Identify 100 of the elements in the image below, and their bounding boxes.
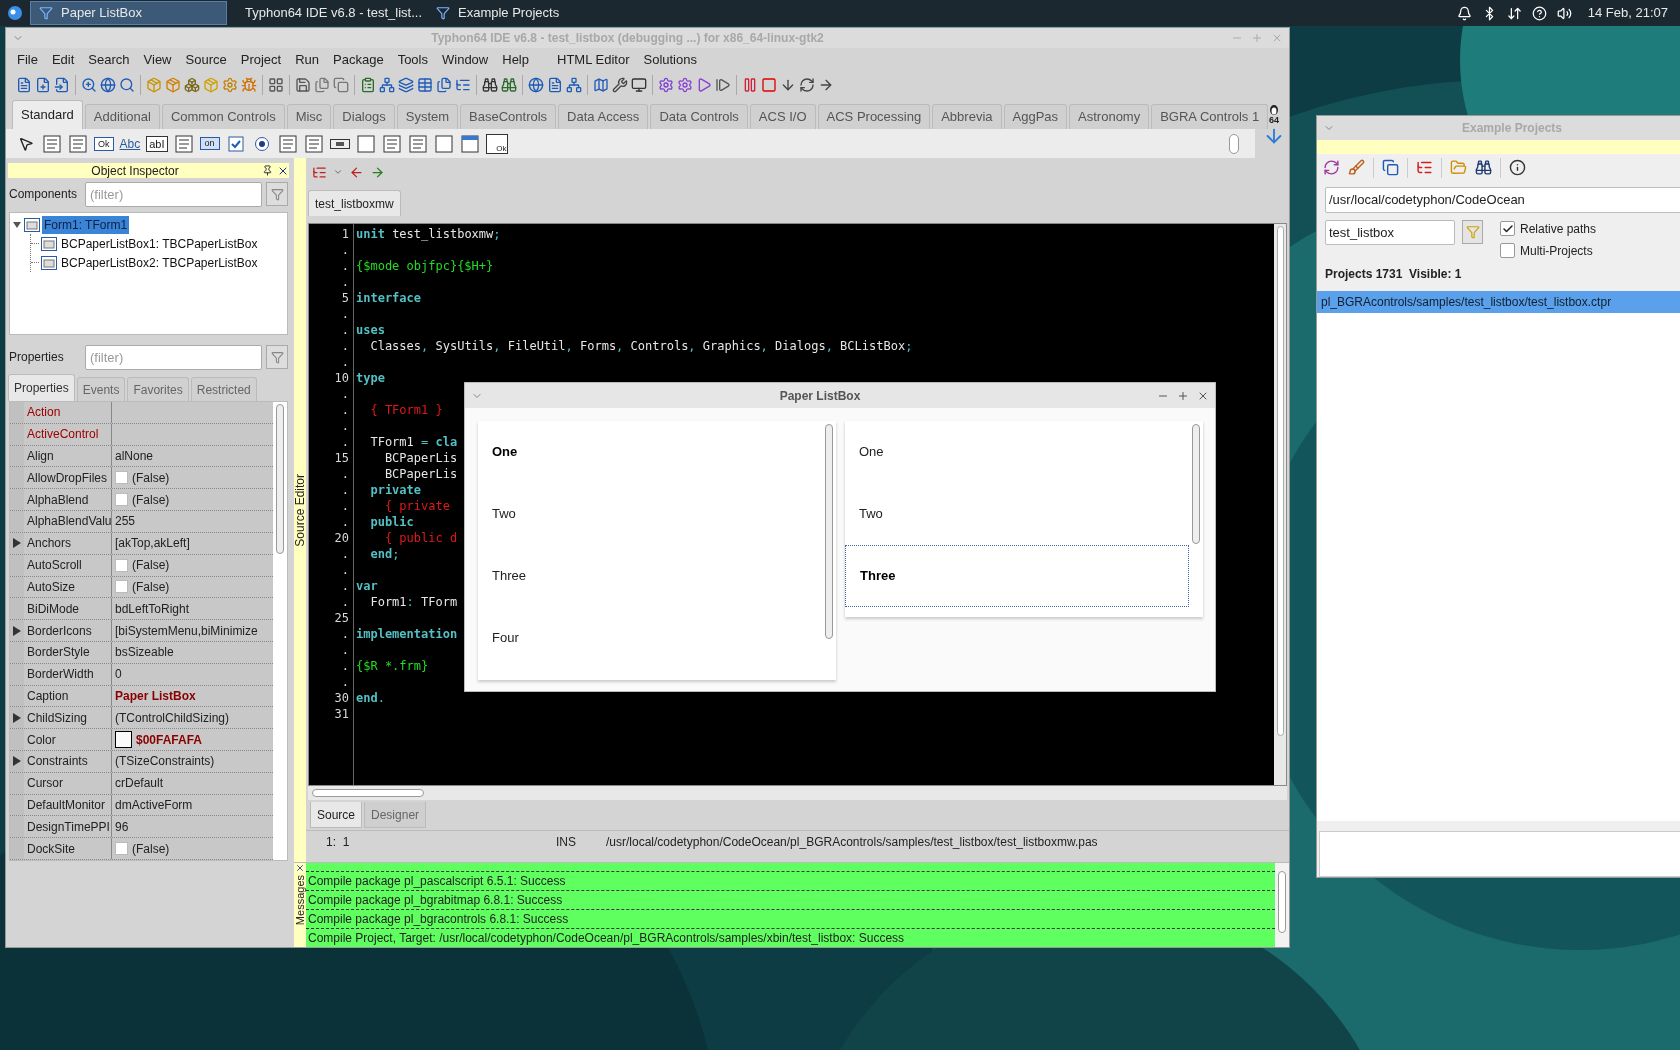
inspector-tab[interactable]: Events	[76, 377, 126, 401]
document-icon[interactable]	[303, 133, 324, 154]
expanded-arrow-icon[interactable]	[12, 219, 22, 230]
checklist-icon[interactable]	[407, 133, 428, 154]
property-value[interactable]: bsSizeable	[115, 643, 174, 662]
inspector-tab[interactable]: Properties	[8, 374, 75, 401]
palette-tab[interactable]: System	[396, 104, 459, 129]
tree-icon[interactable]	[455, 77, 471, 93]
expand-arrow-icon[interactable]	[13, 538, 21, 549]
property-value[interactable]: 0	[115, 665, 122, 684]
file-input-icon[interactable]	[54, 77, 70, 93]
path-field[interactable]: /usr/local/codetyphon/CodeOcean	[1325, 186, 1680, 213]
menu-item[interactable]: View	[136, 49, 179, 70]
property-value[interactable]: (TSizeConstraints)	[115, 752, 215, 771]
clear-filter-button[interactable]	[266, 182, 288, 206]
property-value[interactable]: (False)	[132, 556, 170, 575]
palette-tab[interactable]: Data Controls	[650, 104, 748, 129]
palette-tab[interactable]: Abbrevia	[932, 104, 1002, 129]
globe-icon[interactable]	[100, 77, 116, 93]
list-icon[interactable]	[277, 133, 298, 154]
button-component-icon[interactable]: Ok	[94, 136, 114, 151]
scrollbar-thumb[interactable]	[1229, 133, 1239, 154]
menu-item[interactable]: Help	[495, 49, 536, 70]
palette-tab[interactable]: Misc	[286, 104, 332, 129]
step-icon[interactable]	[715, 77, 731, 93]
toggle-component-icon[interactable]: on	[199, 137, 220, 150]
palette-tab[interactable]: Standard	[12, 100, 83, 129]
palette-tab[interactable]: AggPas	[1003, 104, 1068, 129]
globe-icon[interactable]	[528, 77, 544, 93]
menu-item[interactable]: File	[10, 49, 45, 70]
app-menu-icon[interactable]	[7, 5, 23, 21]
forward-icon[interactable]	[370, 164, 385, 180]
list-item[interactable]: Four	[478, 607, 822, 669]
network-transfer-icon[interactable]	[1506, 5, 1522, 21]
document-icon[interactable]	[42, 133, 62, 154]
list-item[interactable]: One	[845, 421, 1189, 483]
document-icon[interactable]	[173, 133, 194, 154]
file-tab[interactable]: test_listboxmw	[308, 190, 401, 216]
scrollbar-thumb[interactable]	[1192, 424, 1200, 544]
settings-icon[interactable]	[222, 77, 238, 93]
menu-item[interactable]: Solutions	[636, 49, 704, 70]
property-value[interactable]: [biSystemMenu,biMinimize	[115, 621, 258, 640]
property-value[interactable]: bdLeftToRight	[115, 599, 190, 618]
boxes-icon[interactable]	[184, 77, 200, 93]
zoom-in-icon[interactable]	[81, 77, 97, 93]
side-label[interactable]: Source Editor	[291, 473, 309, 547]
palette-tab[interactable]: BGRA Controls 1	[1151, 104, 1269, 129]
stop-icon[interactable]	[761, 77, 777, 93]
bug-icon[interactable]	[241, 77, 257, 93]
step-out-icon[interactable]	[818, 77, 834, 93]
checkbox[interactable]	[115, 471, 128, 485]
caret-icon[interactable]	[333, 167, 343, 177]
document-icon[interactable]	[433, 133, 454, 154]
refresh-icon[interactable]	[1323, 159, 1340, 177]
property-value[interactable]: crDefault	[115, 774, 164, 793]
search-icon[interactable]	[119, 77, 135, 93]
inspector-tab[interactable]: Favorites	[127, 377, 189, 401]
volume-icon[interactable]	[1556, 5, 1572, 21]
scrollbar-thumb[interactable]	[312, 789, 424, 797]
clock[interactable]: 14 Feb, 21:07	[1587, 3, 1668, 23]
copy-icon[interactable]	[1382, 159, 1399, 177]
property-value[interactable]: [akTop,akLeft]	[115, 534, 190, 553]
expand-arrow-icon[interactable]	[13, 756, 21, 767]
property-value[interactable]: (False)	[132, 490, 170, 509]
palette-tab[interactable]: Astronomy	[1069, 104, 1150, 129]
message-line[interactable]: Compile package pl_bgrabitmap 6.8.1: Success	[306, 890, 1275, 909]
menu-item[interactable]: Source	[178, 49, 234, 70]
view-tab[interactable]: Designer	[364, 802, 427, 828]
message-line[interactable]: Compile package pl_pascalscript 6.5.1: Success	[306, 871, 1275, 890]
message-line[interactable]: Compile Project, Target: /usr/local/codetyphon/CodeOcean/pl_BGRAcontrols/samples/xbin/test_listbox: Success	[306, 928, 1275, 947]
grid-component-icon[interactable]: Ok	[485, 133, 508, 154]
clipboard-icon[interactable]	[360, 77, 376, 93]
save-icon[interactable]	[295, 77, 311, 93]
tree-item[interactable]: Form1: TForm1	[42, 215, 130, 234]
menu-item[interactable]: Edit	[44, 49, 82, 70]
property-value[interactable]: (TControlChildSizing)	[115, 708, 230, 727]
project-item[interactable]: pl_BGRAcontrols/samples/test_listbox/test_listbox.ctpr	[1317, 290, 1680, 313]
menu-item[interactable]: Search	[81, 49, 137, 70]
list-item[interactable]: Two	[845, 483, 1189, 545]
window-icon[interactable]	[459, 133, 480, 154]
folder-icon[interactable]	[1450, 159, 1467, 177]
package-icon[interactable]	[165, 77, 181, 93]
menu-item[interactable]: HTML Editor	[550, 49, 637, 70]
pointer-icon[interactable]	[18, 135, 34, 152]
binoculars-icon[interactable]	[1475, 159, 1492, 177]
settings-icon[interactable]	[658, 77, 674, 93]
expand-arrow-icon[interactable]	[13, 712, 21, 723]
palette-tab[interactable]: Additional	[84, 104, 160, 129]
step-into-icon[interactable]	[780, 77, 796, 93]
checkbox-icon[interactable]	[227, 135, 244, 152]
palette-tab[interactable]: Data Access	[558, 104, 649, 129]
pause-icon[interactable]	[742, 77, 758, 93]
view-tab[interactable]: Source	[310, 802, 363, 828]
tree-item[interactable]: BCPaperListBox2: TBCPaperListBox	[59, 253, 260, 272]
document-icon[interactable]	[355, 133, 376, 154]
property-value[interactable]: (False)	[132, 577, 170, 596]
property-value[interactable]: (False)	[132, 839, 170, 858]
palette-tab[interactable]: Common Controls	[161, 104, 285, 129]
document-icon[interactable]	[68, 133, 88, 154]
palette-tab[interactable]: ACS Processing	[817, 104, 931, 129]
